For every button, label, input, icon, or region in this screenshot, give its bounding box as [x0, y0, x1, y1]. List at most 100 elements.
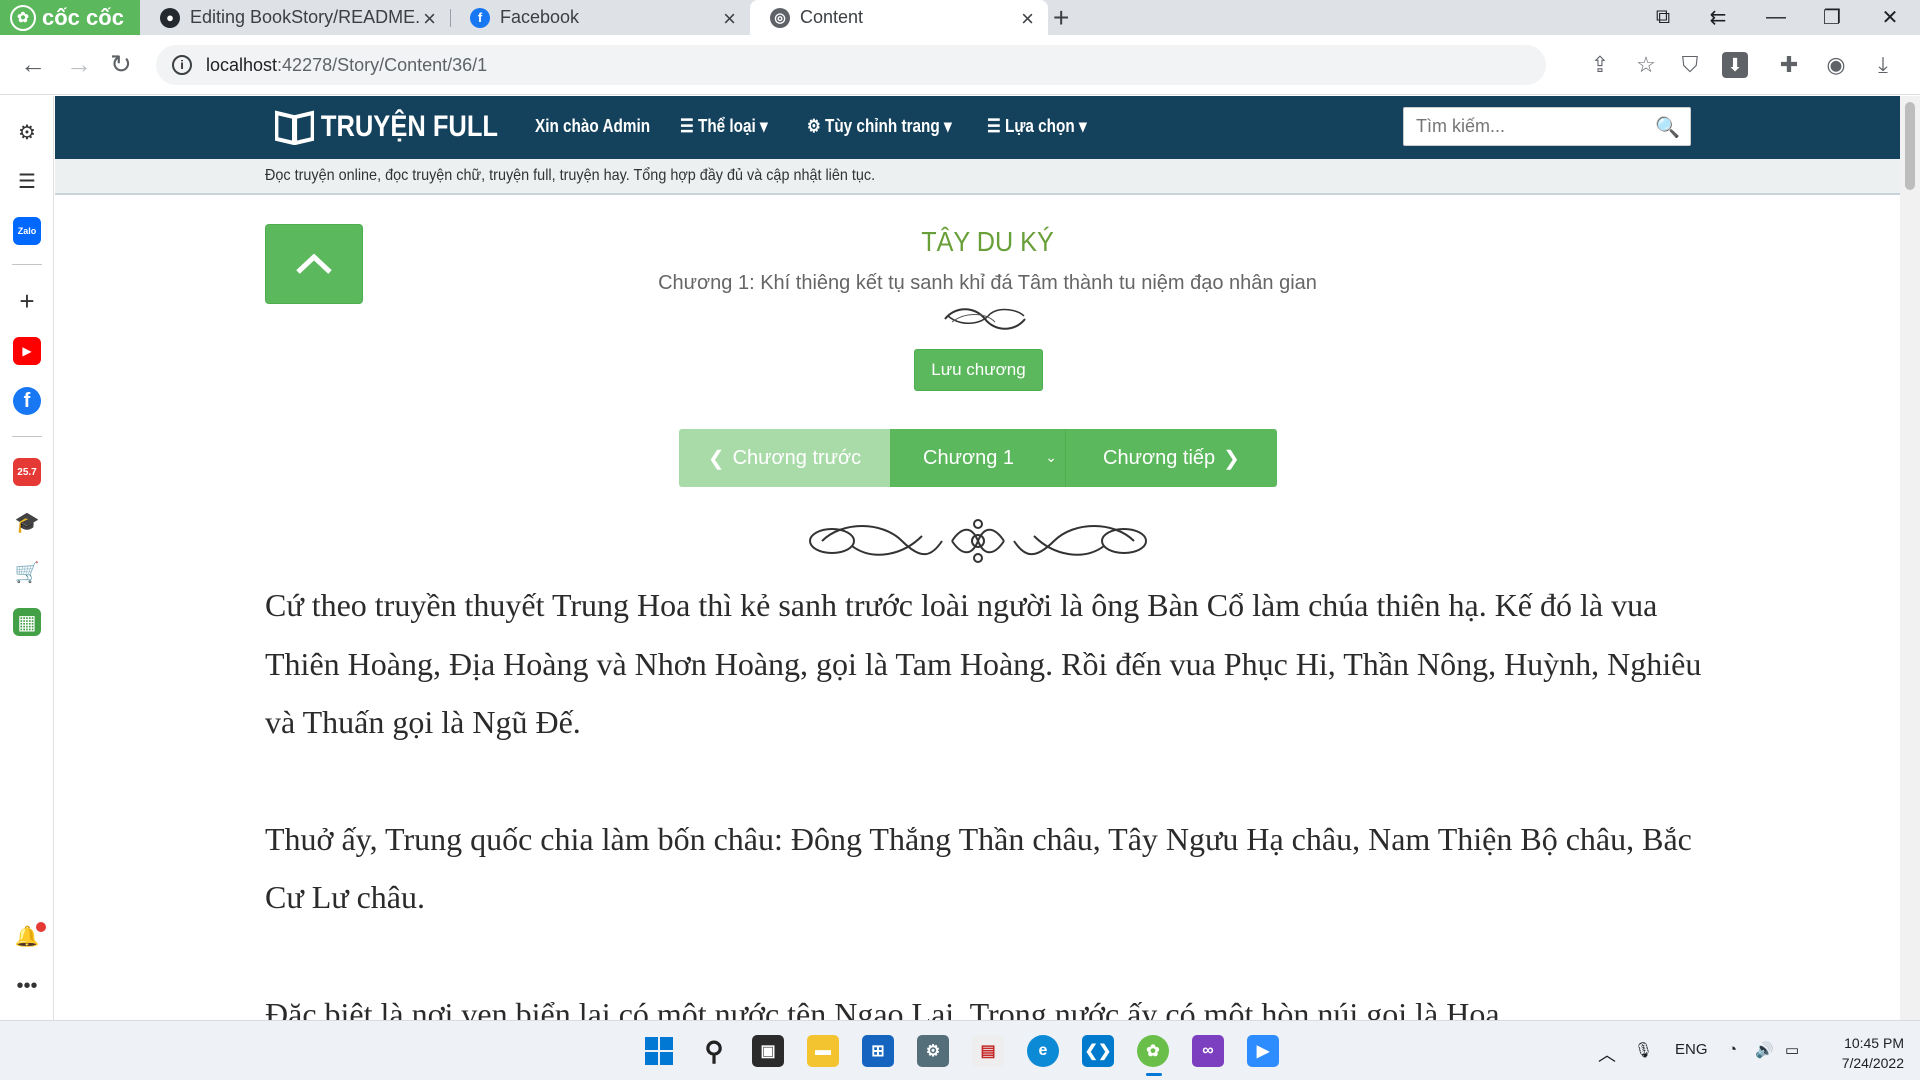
next-chapter-button[interactable]: Chương tiếp ❯ — [1066, 429, 1277, 487]
forward-icon[interactable]: → — [66, 49, 92, 80]
facebook-icon[interactable]: f — [13, 387, 41, 415]
edge-icon[interactable]: e — [1027, 1035, 1059, 1067]
tab-content[interactable]: ◎ Content × — [750, 0, 1048, 35]
youtube-icon[interactable]: ▶ — [13, 337, 41, 365]
tab-search-icon[interactable]: ⧉ — [1635, 0, 1691, 35]
back-to-tabs-icon[interactable]: ⇇ — [1690, 0, 1746, 35]
search-input[interactable] — [1404, 108, 1644, 145]
scroll-top-button[interactable] — [265, 224, 363, 304]
minimize-icon[interactable]: — — [1748, 0, 1804, 35]
visual-studio-icon[interactable]: ∞ — [1192, 1035, 1224, 1067]
extensions-icon[interactable]: ✚ — [1776, 52, 1802, 78]
download-video-icon[interactable]: ⬇ — [1722, 52, 1748, 78]
story-title[interactable]: TÂY DU KÝ — [535, 226, 1440, 258]
tab-title: Facebook — [500, 7, 580, 27]
gear-icon: ⚙ — [807, 116, 821, 136]
caret-down-icon: ▾ — [943, 116, 952, 136]
battery-icon[interactable]: ▭ — [1785, 1041, 1799, 1059]
store-icon[interactable]: ⊞ — [862, 1035, 894, 1067]
ornament-divider-icon — [809, 519, 1147, 563]
prev-chapter-button[interactable]: ❮ Chương trước — [679, 429, 890, 487]
menu-options[interactable]: ☰ Lựa chọn ▾ — [987, 116, 1087, 137]
app-icon[interactable]: ▤ — [972, 1035, 1004, 1067]
microphone-icon[interactable]: 🎙 — [1634, 1041, 1653, 1059]
new-tab-icon[interactable]: + — [1053, 2, 1069, 34]
chapter-title: Chương 1: Khí thiêng kết tụ sanh khỉ đá … — [658, 272, 1317, 294]
site-logo[interactable]: TRUYỆN FULL — [275, 106, 498, 148]
caret-down-icon: ▾ — [1078, 116, 1087, 136]
next-chapter-label: Chương tiếp — [1103, 446, 1216, 469]
add-app-icon[interactable]: + — [13, 286, 41, 316]
chapter-select-value: Chương 1 — [923, 446, 1014, 469]
site-navbar: TRUYỆN FULL Xin chào Admin ☰ Thể loại ▾ … — [55, 96, 1900, 159]
windows-start-icon[interactable] — [643, 1035, 675, 1067]
tab-github[interactable]: ● Editing BookStory/README.m × — [140, 0, 450, 35]
sheets-icon[interactable]: ▦ — [13, 608, 41, 636]
education-icon[interactable]: 🎓 — [13, 508, 41, 536]
menu-genres-label: Thể loại — [697, 116, 756, 136]
bookmark-star-icon[interactable]: ☆ — [1633, 52, 1659, 78]
coccoc-icon[interactable]: ✿ — [1137, 1035, 1169, 1067]
browser-brand[interactable]: ✿ cốc cốc — [0, 0, 140, 35]
chapter-select[interactable]: Chương 1 ⌄ — [890, 429, 1066, 487]
wifi-icon[interactable]: ◔ — [1728, 1041, 1737, 1058]
page-viewport: TRUYỆN FULL Xin chào Admin ☰ Thể loại ▾ … — [55, 96, 1900, 1020]
clock-date: 7/24/2022 — [1841, 1055, 1904, 1071]
tab-title: Editing BookStory/README.m — [190, 7, 420, 27]
restore-icon[interactable]: ❐ — [1804, 0, 1860, 35]
menu-genres[interactable]: ☰ Thể loại ▾ — [680, 116, 768, 137]
menu-page-settings[interactable]: ⚙ Tùy chỉnh trang ▾ — [807, 116, 952, 137]
task-view-icon[interactable]: ▣ — [752, 1035, 784, 1067]
close-tab-icon[interactable]: × — [1021, 6, 1034, 32]
reload-icon[interactable]: ↻ — [110, 49, 132, 80]
address-bar[interactable]: i localhost:42278/Story/Content/36/1 — [156, 45, 1546, 85]
back-icon[interactable]: ← — [20, 49, 46, 80]
settings-gear-icon[interactable]: ⚙ — [13, 118, 41, 146]
tagline-text: Đọc truyện online, đọc truyện chữ, truyệ… — [265, 167, 876, 184]
downloads-icon[interactable]: ⤓ — [1870, 52, 1896, 78]
shopping-sale-icon[interactable]: 25.7 — [13, 458, 41, 486]
zalo-icon[interactable]: Zalo — [13, 217, 41, 245]
content-paragraph: Đặc biệt là nơi ven biển lại có một nước… — [265, 995, 1500, 1021]
globe-icon: ◎ — [770, 7, 790, 28]
system-clock[interactable]: 10:45 PM 7/24/2022 — [1820, 1033, 1904, 1073]
chapter-navigation: ❮ Chương trước Chương 1 ⌄ Chương tiếp ❯ — [679, 429, 1277, 487]
content-paragraph: Cứ theo truyền thuyết Trung Hoa thì kẻ s… — [265, 587, 1702, 740]
vscode-icon[interactable]: ❮❯ — [1082, 1035, 1114, 1067]
book-logo-icon — [275, 110, 315, 145]
share-icon[interactable]: ⇪ — [1587, 52, 1613, 78]
greeting-link[interactable]: Xin chào Admin — [535, 116, 650, 137]
browser-brand-label: cốc cốc — [42, 4, 124, 30]
close-tab-icon[interactable]: × — [723, 6, 736, 32]
page-scrollbar[interactable] — [1900, 96, 1920, 1020]
tab-strip: ✿ cốc cốc ● Editing BookStory/README.m ×… — [0, 0, 1920, 35]
close-tab-icon[interactable]: × — [423, 6, 436, 32]
search-icon[interactable]: ⚲ — [698, 1035, 730, 1067]
reading-list-icon[interactable]: ☰ — [13, 167, 41, 195]
tray-overflow-icon[interactable]: ︿ — [1598, 1041, 1616, 1067]
chevron-down-icon: ⌄ — [1045, 449, 1057, 465]
close-window-icon[interactable]: ✕ — [1862, 0, 1918, 35]
volume-icon[interactable]: 🔊 — [1755, 1041, 1774, 1059]
settings-icon[interactable]: ⚙ — [917, 1035, 949, 1067]
os-taskbar: ⚲ ▣ ▬ ⊞ ⚙ ▤ e ❮❯ ✿ ∞ ▶ ︿ 🎙 ENG ◔ 🔊 ▭ 10:… — [0, 1020, 1920, 1080]
browser-toolbar: ← → ↻ i localhost:42278/Story/Content/36… — [0, 35, 1920, 95]
site-info-icon[interactable]: i — [172, 55, 192, 75]
browser-sidebar: ⚙ ☰ Zalo + ▶ f 25.7 🎓 🛒 ▦ 🔔 ••• — [0, 96, 54, 1020]
caret-down-icon: ▾ — [760, 116, 768, 136]
site-logo-text: TRUYỆN FULL — [320, 110, 498, 143]
list-icon: ☰ — [987, 116, 1001, 136]
cart-icon[interactable]: 🛒 — [13, 558, 41, 586]
tab-facebook[interactable]: f Facebook × — [450, 0, 750, 35]
menu-options-label: Lựa chọn — [1004, 116, 1075, 136]
tagline-bar: Đọc truyện online, đọc truyện chữ, truyệ… — [55, 159, 1900, 195]
adblock-shield-icon[interactable]: ⛉ — [1677, 52, 1703, 78]
scrollbar-thumb[interactable] — [1905, 102, 1915, 190]
search-icon[interactable]: 🔍 — [1655, 115, 1680, 140]
zoom-icon[interactable]: ▶ — [1247, 1035, 1279, 1067]
more-icon[interactable]: ••• — [13, 972, 41, 1000]
file-explorer-icon[interactable]: ▬ — [807, 1035, 839, 1067]
save-chapter-button[interactable]: Lưu chương — [914, 349, 1043, 391]
profile-icon[interactable]: ◉ — [1823, 52, 1849, 78]
language-indicator[interactable]: ENG — [1675, 1041, 1708, 1058]
